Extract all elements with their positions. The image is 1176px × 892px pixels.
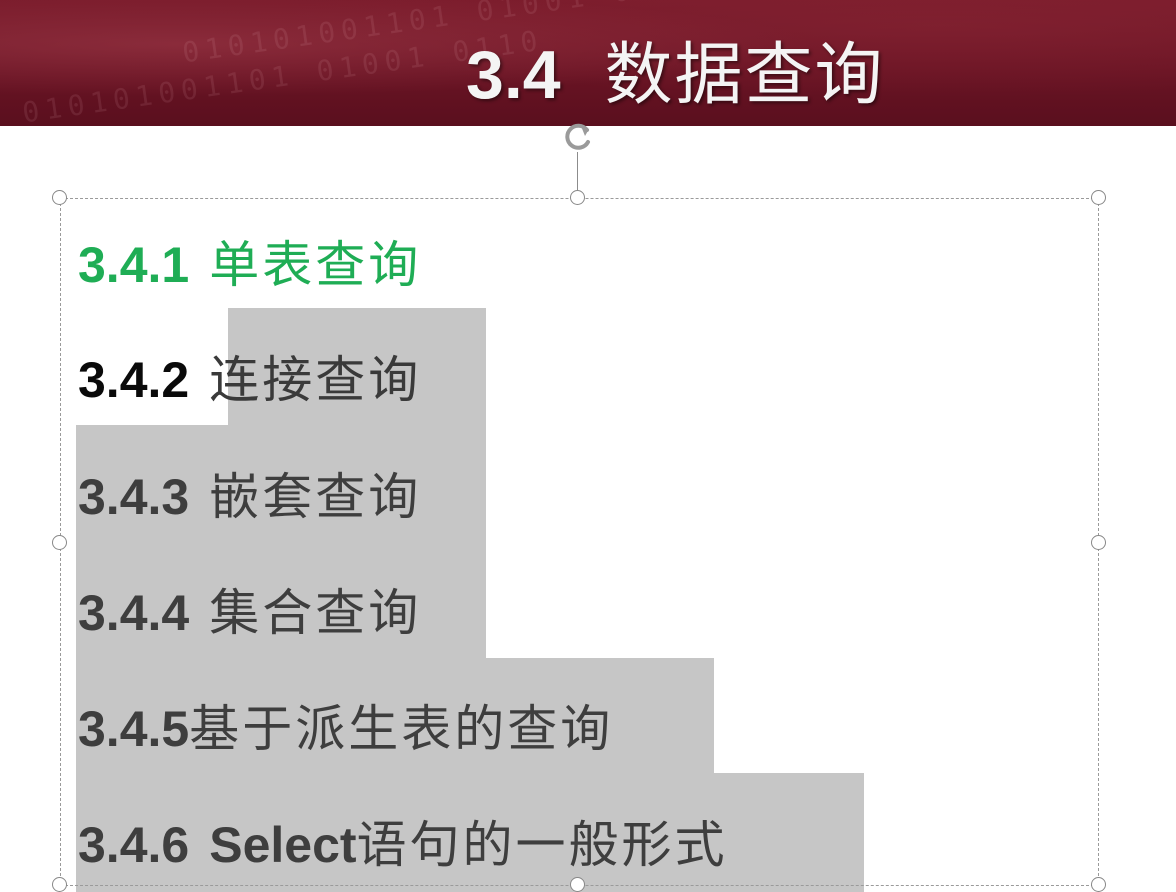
resize-handle-top-left[interactable] <box>52 190 67 205</box>
outline-item-label: 语句的一般形式 <box>356 816 728 874</box>
outline-item-number: 3.4.4 <box>78 585 190 641</box>
rotate-icon[interactable] <box>561 120 595 154</box>
outline-item-number: 3.4.1 <box>78 237 190 293</box>
outline-item-label: 单表查询 <box>209 236 422 294</box>
slide-title-number: 3.4 <box>466 37 561 113</box>
outline-item-3-4-4[interactable]: 3.4.4 集合查询 <box>78 578 421 648</box>
outline-item-3-4-3[interactable]: 3.4.3 嵌套查询 <box>78 462 421 532</box>
outline-item-label: 集合查询 <box>209 584 422 642</box>
resize-handle-middle-right[interactable] <box>1091 535 1106 550</box>
resize-handle-top-center[interactable] <box>570 190 585 205</box>
rotate-handle-stem <box>577 152 578 190</box>
slide-title[interactable]: 3.4 数据查询 <box>466 30 885 120</box>
outline-item-3-4-5[interactable]: 3.4.5基于派生表的查询 <box>78 694 613 764</box>
outline-item-number: 3.4.6 <box>78 817 190 873</box>
resize-handle-bottom-right[interactable] <box>1091 877 1106 892</box>
outline-item-number: 3.4.3 <box>78 469 190 525</box>
outline-item-label: 连接查询 <box>209 351 422 409</box>
outline-item-number: 3.4.2 <box>78 352 190 408</box>
slide-title-text: 数据查询 <box>604 36 885 115</box>
resize-handle-bottom-left[interactable] <box>52 877 67 892</box>
outline-item-label: 基于派生表的查询 <box>189 700 614 758</box>
outline-item-label: 嵌套查询 <box>209 468 422 526</box>
text-box-selection-frame[interactable] <box>60 198 1099 886</box>
outline-item-label-latin: Select <box>209 817 357 873</box>
outline-item-number: 3.4.5 <box>78 701 190 757</box>
resize-handle-top-right[interactable] <box>1091 190 1106 205</box>
outline-item-3-4-1[interactable]: 3.4.1 单表查询 <box>78 230 421 300</box>
outline-item-3-4-2[interactable]: 3.4.2 连接查询 <box>78 345 421 415</box>
resize-handle-middle-left[interactable] <box>52 535 67 550</box>
outline-item-3-4-6[interactable]: 3.4.6 Select语句的一般形式 <box>78 810 728 880</box>
